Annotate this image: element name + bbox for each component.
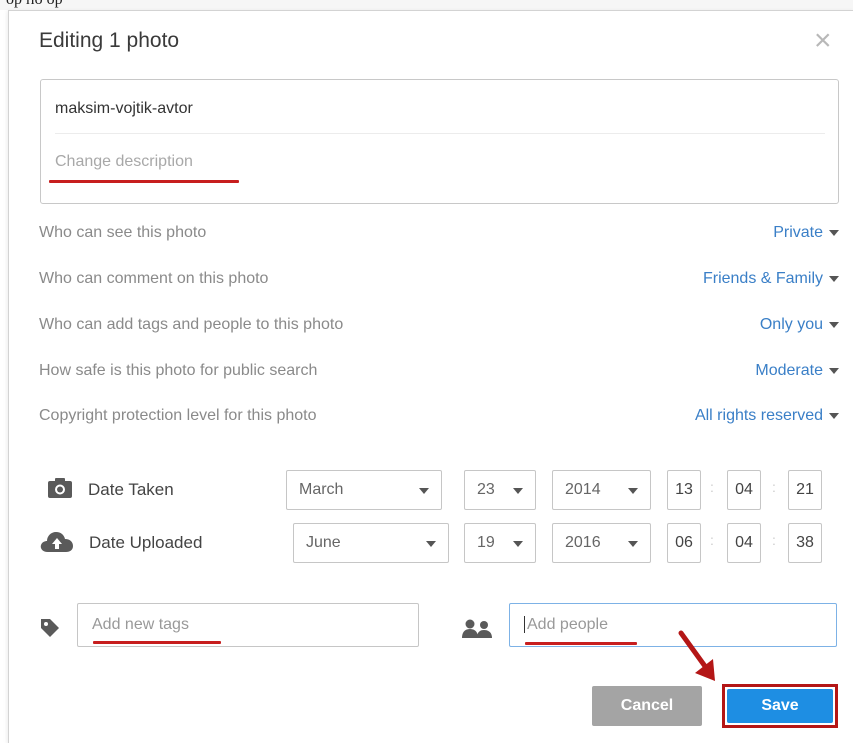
setting-label: Who can add tags and people to this phot… [39,316,344,333]
setting-row-tags-permission: Who can add tags and people to this phot… [39,316,839,340]
setting-value: Moderate [755,362,823,379]
setting-label: Who can comment on this photo [39,270,269,287]
red-underline-annotation [525,642,637,645]
setting-label: Copyright protection level for this phot… [39,407,317,424]
input-placeholder: Add people [524,616,608,633]
setting-row-copyright: Copyright protection level for this phot… [39,407,839,431]
select-value: March [299,481,344,498]
save-button[interactable]: Save [727,689,833,723]
photo-title-field[interactable]: maksim-vojtik-avtor [55,100,193,118]
date-uploaded-minute-field[interactable]: 04 [727,523,761,563]
setting-value: Private [773,224,823,241]
comments-dropdown[interactable]: Friends & Family [703,270,839,288]
date-uploaded-second-field[interactable]: 38 [788,523,822,563]
input-placeholder: Add new tags [92,616,189,633]
background-text: ор по ор [6,0,63,9]
setting-value: All rights reserved [694,407,823,424]
time-separator: : [710,479,714,495]
date-taken-year-select[interactable]: 2014 [552,470,651,510]
chevron-down-icon [829,367,839,374]
date-taken-hour-field[interactable]: 13 [667,470,701,510]
people-icon [462,619,492,638]
date-taken-month-select[interactable]: March [286,470,442,510]
setting-row-comments: Who can comment on this photo Friends & … [39,270,839,294]
setting-row-safety: How safe is this photo for public search… [39,362,839,386]
camera-icon [48,478,72,498]
cancel-button[interactable]: Cancel [592,686,702,726]
date-uploaded-hour-field[interactable]: 06 [667,523,701,563]
description-field[interactable]: Change description [55,153,193,171]
select-value: 2014 [565,481,601,498]
date-taken-label: Date Taken [88,480,174,499]
time-separator: : [710,532,714,548]
date-uploaded-day-select[interactable]: 19 [464,523,536,563]
date-taken-minute-field[interactable]: 04 [727,470,761,510]
setting-value: Only you [759,316,823,333]
dialog-title: Editing 1 photo [39,29,180,52]
close-icon[interactable]: × [814,26,832,56]
chevron-down-icon [426,541,436,547]
chevron-down-icon [419,488,429,494]
chevron-down-icon [829,412,839,419]
chevron-down-icon [829,321,839,328]
date-taken-second-field[interactable]: 21 [788,470,822,510]
edit-photo-dialog: Editing 1 photo × maksim-vojtik-avtor Ch… [8,10,853,743]
chevron-down-icon [628,541,638,547]
chevron-down-icon [513,541,523,547]
time-separator: : [772,532,776,548]
tag-icon [41,619,59,637]
setting-label: Who can see this photo [39,224,207,241]
copyright-dropdown[interactable]: All rights reserved [695,407,839,425]
chevron-down-icon [829,229,839,236]
red-underline-annotation [49,180,239,183]
date-taken-day-select[interactable]: 23 [464,470,536,510]
description-box: maksim-vojtik-avtor Change description [40,79,839,204]
setting-row-visibility: Who can see this photo Private [39,224,839,248]
setting-value: Friends & Family [702,270,823,287]
date-uploaded-month-select[interactable]: June [293,523,449,563]
tags-permission-dropdown[interactable]: Only you [760,316,839,334]
date-uploaded-year-select[interactable]: 2016 [552,523,651,563]
chevron-down-icon [513,488,523,494]
visibility-dropdown[interactable]: Private [773,224,839,242]
select-value: June [306,534,341,551]
safety-dropdown[interactable]: Moderate [755,362,839,380]
setting-label: How safe is this photo for public search [39,362,318,379]
chevron-down-icon [829,275,839,282]
background-page-fragment: ор по ор [0,0,853,10]
select-value: 23 [477,481,495,498]
red-arrow-annotation [678,630,715,681]
select-value: 2016 [565,534,601,551]
select-value: 19 [477,534,495,551]
date-uploaded-label: Date Uploaded [89,533,203,552]
time-separator: : [772,479,776,495]
cloud-upload-icon [40,532,73,552]
save-button-highlight: Save [722,684,838,728]
description-divider [55,133,825,134]
chevron-down-icon [628,488,638,494]
red-underline-annotation [93,641,221,644]
